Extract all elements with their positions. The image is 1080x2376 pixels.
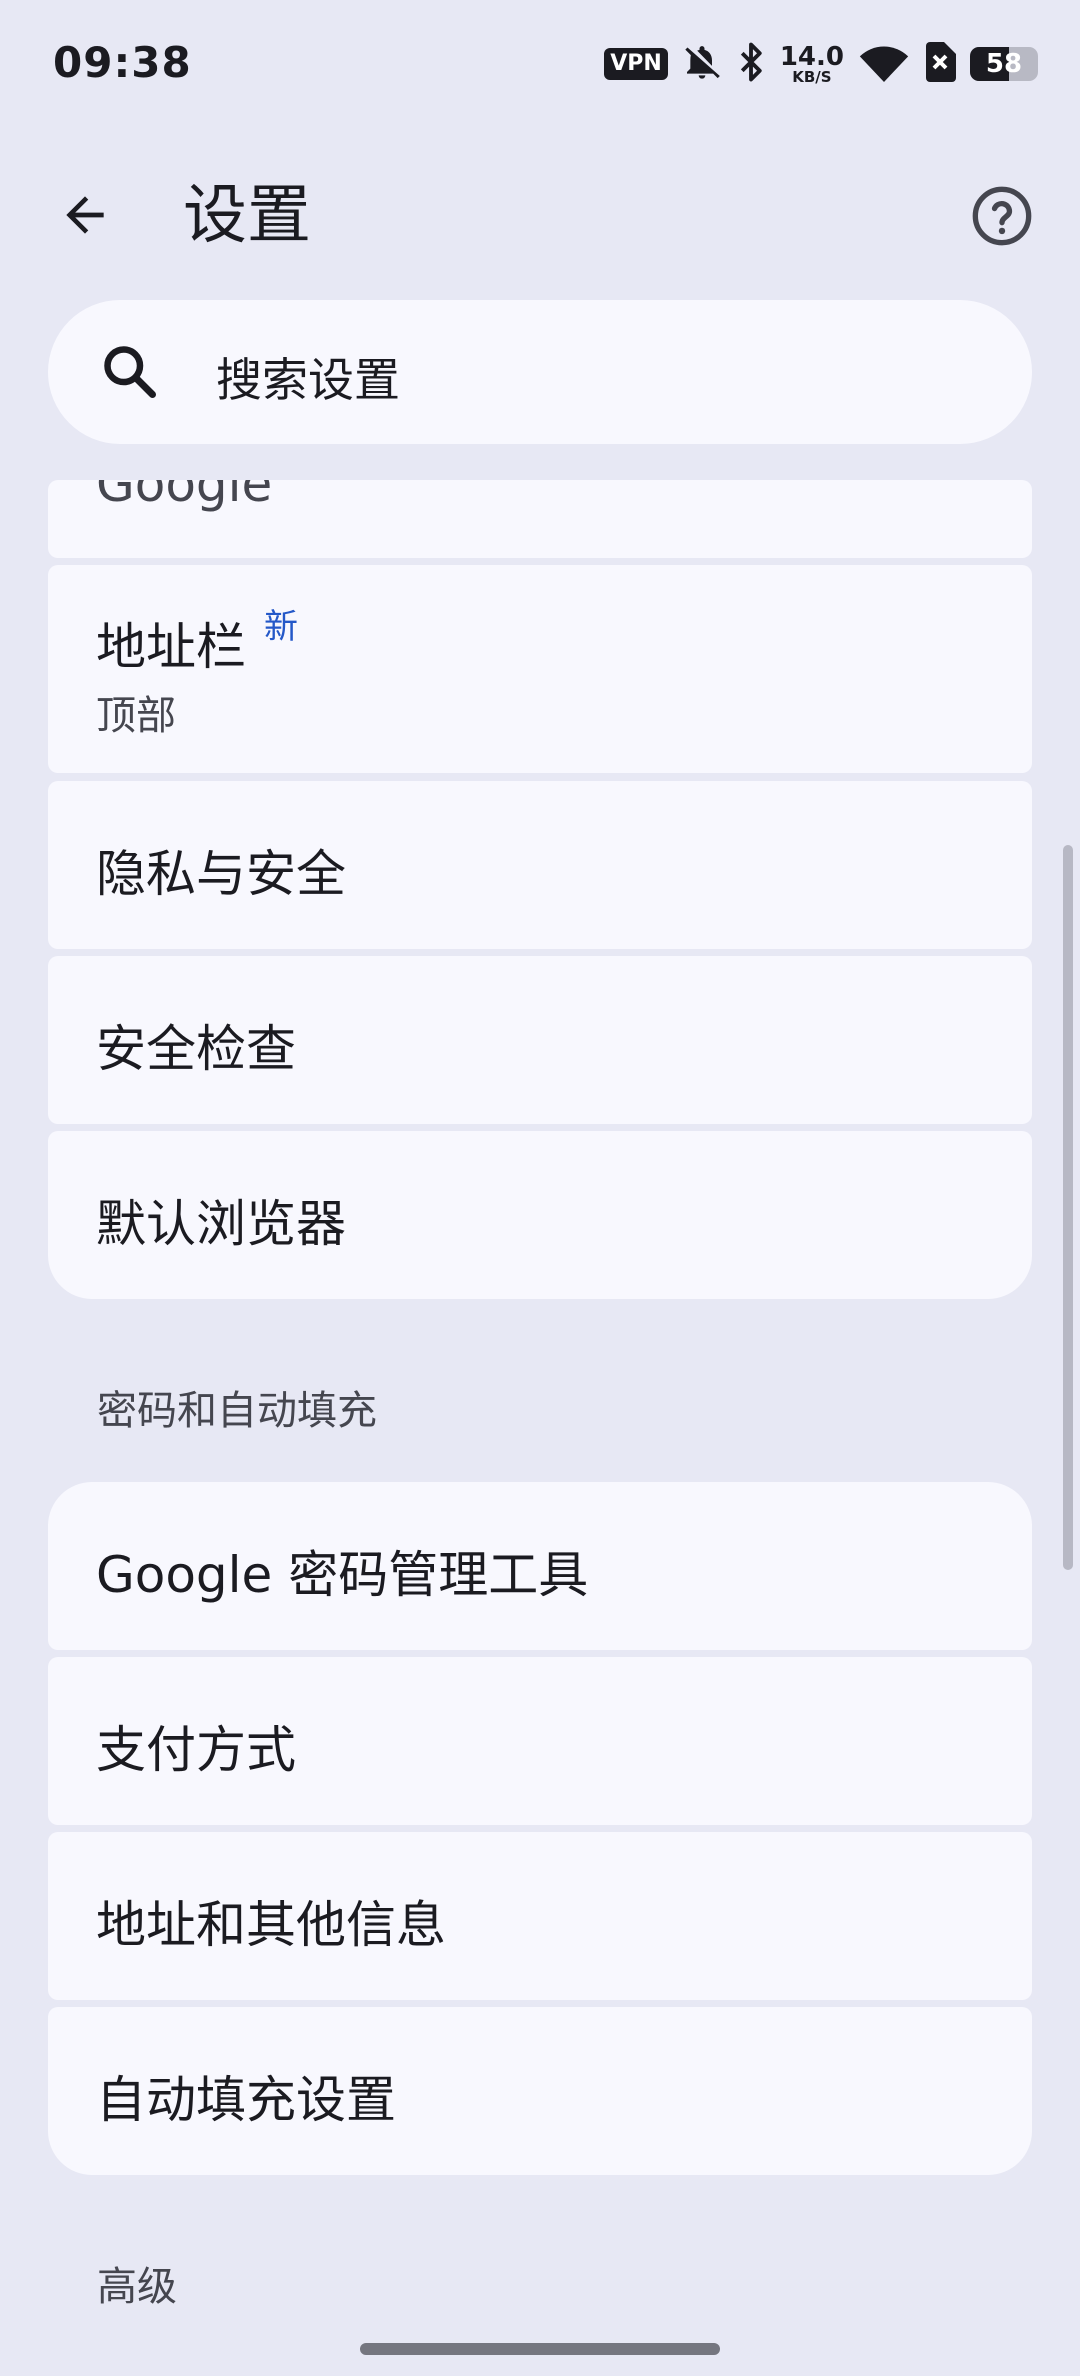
home-indicator[interactable] xyxy=(360,2343,720,2355)
settings-item-privacy-security[interactable]: 隐私与安全 xyxy=(48,781,1032,949)
settings-item-google[interactable]: Google xyxy=(48,480,1032,558)
settings-item-addresses[interactable]: 地址和其他信息 xyxy=(48,1832,1032,2000)
status-bar: 09:38 VPN 14.0 KB/S 58 xyxy=(0,0,1080,125)
settings-item-label: 地址栏 xyxy=(96,618,246,676)
battery-icon: 58 xyxy=(970,47,1038,81)
settings-item-label: 自动填充设置 xyxy=(96,2071,396,2129)
settings-item-payment-methods[interactable]: 支付方式 xyxy=(48,1657,1032,1825)
speed-value: 14.0 xyxy=(779,41,844,72)
settings-item-google-password-manager[interactable]: Google 密码管理工具 xyxy=(48,1482,1032,1650)
speed-unit: KB/S xyxy=(792,67,832,86)
new-badge: 新 xyxy=(264,607,298,647)
vpn-icon: VPN xyxy=(604,48,668,80)
settings-item-label: 隐私与安全 xyxy=(96,845,346,903)
settings-item-safety-check[interactable]: 安全检查 xyxy=(48,956,1032,1124)
settings-item-address-bar[interactable]: 地址栏 新 顶部 xyxy=(48,565,1032,773)
arrow-left-icon xyxy=(66,196,104,234)
back-button[interactable] xyxy=(40,170,130,260)
app-bar: 设置 xyxy=(0,140,1080,270)
settings-item-label: 地址和其他信息 xyxy=(96,1896,446,1954)
battery-level: 58 xyxy=(985,49,1023,79)
wifi-icon xyxy=(858,41,910,87)
settings-item-subtitle: 顶部 xyxy=(96,693,176,739)
status-icons: VPN 14.0 KB/S 58 xyxy=(604,40,1038,88)
search-input[interactable]: 搜索设置 xyxy=(48,300,1032,444)
bluetooth-icon xyxy=(736,41,766,87)
search-icon xyxy=(104,346,156,398)
network-speed: 14.0 KB/S xyxy=(780,44,844,85)
settings-item-label: 支付方式 xyxy=(96,1721,296,1779)
scrollbar[interactable] xyxy=(1063,845,1073,1570)
search-placeholder: 搜索设置 xyxy=(216,353,400,407)
bell-off-icon xyxy=(682,42,722,86)
status-time: 09:38 xyxy=(53,38,192,87)
settings-item-label: 默认浏览器 xyxy=(96,1195,346,1253)
settings-item-label: Google 密码管理工具 xyxy=(96,1546,589,1604)
settings-list[interactable]: Google 地址栏 新 顶部 隐私与安全 安全检查 默认浏览器 密码和自动填充… xyxy=(0,480,1080,2376)
help-button[interactable] xyxy=(952,166,1052,266)
section-header-advanced: 高级 xyxy=(97,2264,177,2310)
section-header-passwords-autofill: 密码和自动填充 xyxy=(97,1388,377,1434)
settings-item-autofill-settings[interactable]: 自动填充设置 xyxy=(48,2007,1032,2175)
page-title: 设置 xyxy=(183,179,311,253)
settings-item-label: Google xyxy=(96,480,273,513)
sim-x-icon xyxy=(924,42,956,86)
help-circle-icon xyxy=(972,186,1032,246)
settings-item-label: 安全检查 xyxy=(96,1020,296,1078)
settings-item-default-browser[interactable]: 默认浏览器 xyxy=(48,1131,1032,1299)
